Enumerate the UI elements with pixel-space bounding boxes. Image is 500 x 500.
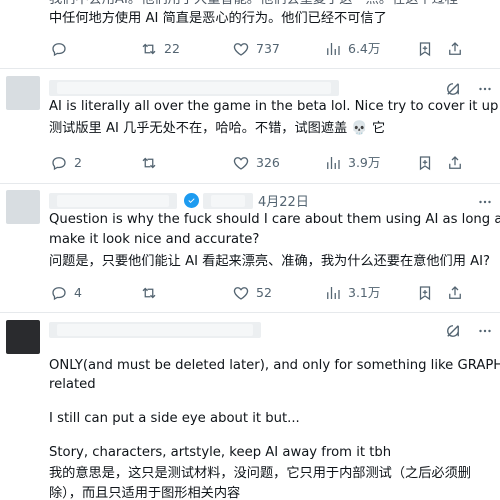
top-post-actions: 22 737 6.4万: [0, 40, 500, 62]
heart-icon: [233, 157, 249, 170]
reply-button[interactable]: 2: [50, 154, 82, 172]
post-text-english-line-1: ONLY(and must be deleted later), and onl…: [49, 358, 500, 373]
bookmark-icon: [419, 42, 431, 57]
post-text-chinese: 问题是，只要他们能让 AI 看起来漂亮、准确，我为什么还要在意他们用 AI?: [49, 254, 491, 269]
bookmark-button[interactable]: [416, 40, 434, 58]
like-count: 326: [256, 155, 280, 170]
post-divider: [0, 312, 500, 313]
post-text-english: AI is literally all over the game in the…: [49, 99, 500, 114]
reply-icon: [52, 157, 66, 171]
share-icon: [449, 42, 461, 55]
like-button[interactable]: 737: [232, 40, 280, 58]
repost-icon: [142, 287, 156, 299]
avatar[interactable]: [6, 76, 40, 110]
post-date[interactable]: 4月22日: [258, 191, 309, 210]
repost-button[interactable]: 22: [140, 40, 180, 58]
avatar[interactable]: [6, 190, 40, 224]
share-button[interactable]: [446, 154, 464, 172]
share-icon: [449, 156, 461, 169]
like-count: 737: [256, 41, 280, 56]
repost-button[interactable]: [140, 154, 164, 172]
repost-icon: [142, 43, 156, 55]
grok-icon[interactable]: [444, 322, 462, 340]
post-divider: [0, 68, 500, 69]
top-post-text-line-2: 中任何地方使用 AI 简直是恶心的行为。他们已经不可信了: [49, 11, 387, 26]
post-text-english-line-2: make it look nice and accurate?: [49, 232, 260, 247]
repost-icon: [142, 157, 156, 169]
reply-feed: 我们不会用AI。”他们用了大量智能。”他们会重复了这一点。在这个过程 中任何地方…: [0, 0, 500, 500]
views-icon: [327, 287, 340, 299]
post-actions: 2 326 3.9万: [0, 154, 500, 176]
username-redacted: [49, 322, 261, 338]
heart-icon: [233, 287, 249, 300]
reply-button[interactable]: 4: [50, 284, 82, 302]
view-count: 3.1万: [348, 285, 381, 300]
heart-icon: [233, 43, 249, 56]
handle-redacted: [203, 193, 253, 209]
share-button[interactable]: [446, 40, 464, 58]
like-button[interactable]: 52: [232, 284, 272, 302]
username-redacted: [49, 193, 177, 209]
share-icon: [449, 286, 461, 299]
post-text-english-line-4: Story, characters, artstyle, keep AI awa…: [49, 445, 392, 460]
post-text-chinese-line-2: 除），而且只适用于图形相关内容: [49, 486, 241, 500]
share-button[interactable]: [446, 284, 464, 302]
views-icon: [327, 157, 340, 169]
username-redacted: [49, 80, 339, 96]
view-count: 3.9万: [348, 155, 381, 170]
bookmark-button[interactable]: [416, 154, 434, 172]
post-text-chinese: 测试版里 AI 几乎无处不在，哈哈。不错，试图遮盖 💀 它: [49, 121, 386, 136]
like-button[interactable]: 326: [232, 154, 280, 172]
reply-count: 4: [74, 285, 82, 300]
reply-icon: [52, 287, 66, 301]
more-icon[interactable]: [476, 322, 494, 340]
post-text-english-line-3: I still can put a side eye about it but.…: [49, 411, 300, 426]
repost-button[interactable]: [140, 284, 164, 302]
like-count: 52: [256, 285, 272, 300]
avatar[interactable]: [6, 320, 40, 354]
views-button[interactable]: 3.1万: [324, 284, 380, 302]
post-text-english-line-2: related: [49, 377, 96, 392]
post-text-english-line-1: Question is why the fuck should I care a…: [49, 212, 500, 227]
verified-badge: [184, 193, 199, 208]
reply-button[interactable]: [50, 40, 74, 58]
bookmark-button[interactable]: [416, 284, 434, 302]
post-divider: [0, 183, 500, 184]
post-actions: 4 52 3.1万: [0, 284, 500, 306]
reply-count: 2: [74, 155, 82, 170]
reply-icon: [52, 43, 66, 57]
repost-count: 22: [164, 41, 180, 56]
views-button[interactable]: 6.4万: [324, 40, 380, 58]
post-text-chinese-line-1: 我的意思是，这只是测试材料，没问题，它只用于内部测试（之后必须删: [49, 466, 471, 481]
views-icon: [327, 43, 340, 55]
bookmark-icon: [419, 156, 431, 171]
view-count: 6.4万: [348, 41, 381, 56]
bookmark-icon: [419, 286, 431, 301]
views-button[interactable]: 3.9万: [324, 154, 380, 172]
